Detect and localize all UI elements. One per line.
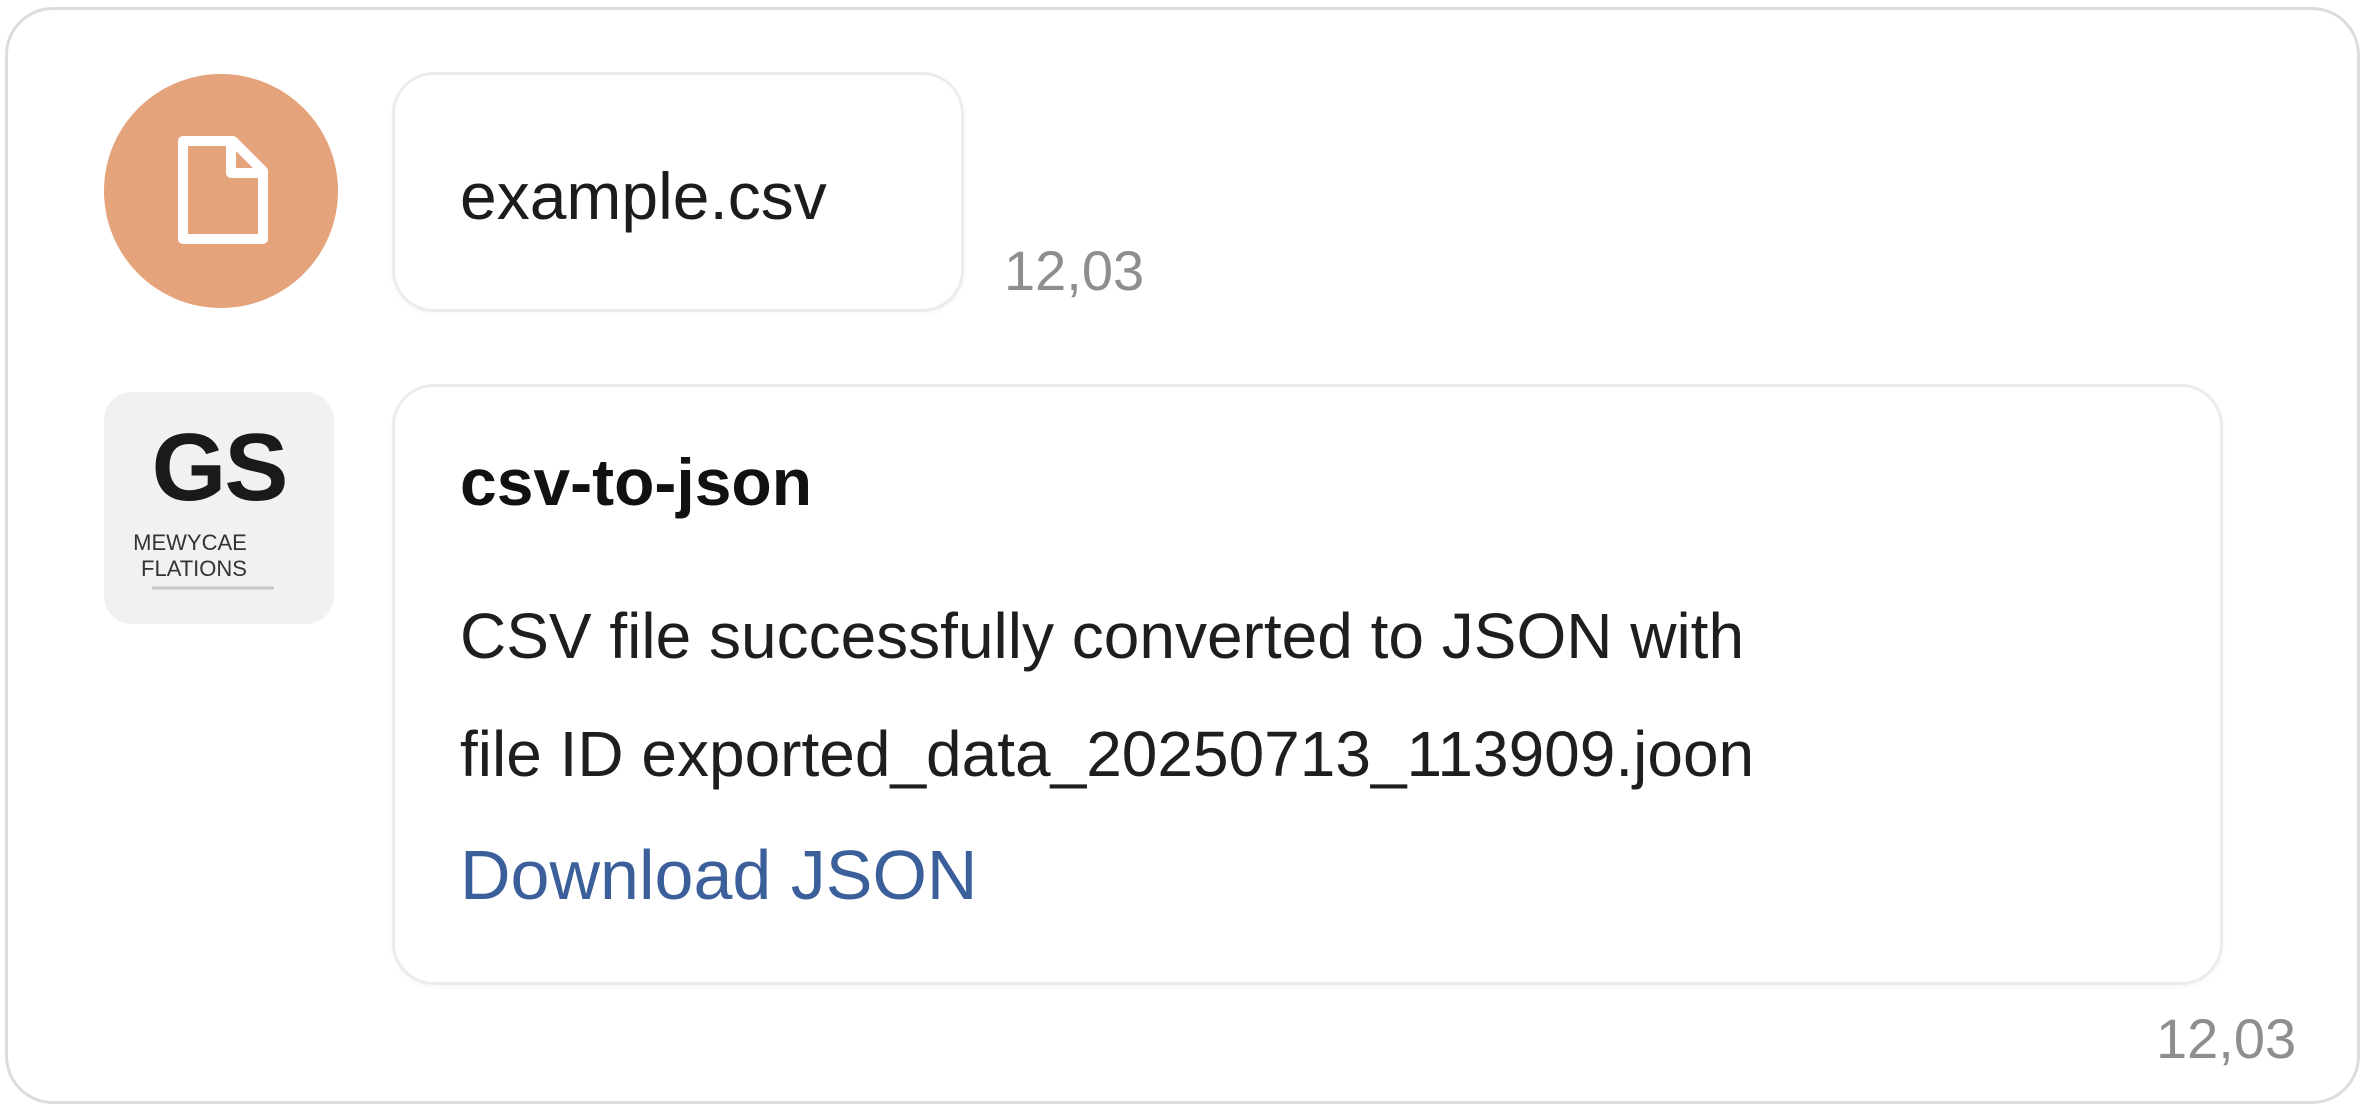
file-message-bubble[interactable]: example.csv: [392, 72, 964, 312]
bot-avatar: GS MEWYCAE FLATIONS: [104, 392, 334, 624]
file-name[interactable]: example.csv: [460, 158, 827, 234]
sender-name: csv-to-json: [460, 445, 813, 519]
bot-message-bubble: csv-to-json CSV file successfully conver…: [392, 384, 2223, 985]
message-text-line: CSV file successfully converted to JSON …: [460, 600, 1745, 672]
file-avatar: [104, 74, 338, 308]
svg-text:GS: GS: [152, 414, 287, 521]
document-icon: [178, 136, 268, 244]
download-json-link[interactable]: Download JSON: [460, 835, 977, 915]
svg-text:MEWYCAE: MEWYCAE: [133, 530, 247, 555]
message-timestamp: 12,03: [2156, 1007, 2297, 1070]
svg-text:FLATIONS: FLATIONS: [141, 556, 247, 581]
message-timestamp: 12,03: [1004, 239, 1145, 302]
bot-logo: GS MEWYCAE FLATIONS: [133, 414, 288, 590]
message-text-line: file ID exported_data_20250713_113909.jo…: [460, 718, 1755, 790]
chat-panel: example.csv 12,03 GS MEWYCAE FLATIONS cs…: [5, 7, 2360, 1104]
